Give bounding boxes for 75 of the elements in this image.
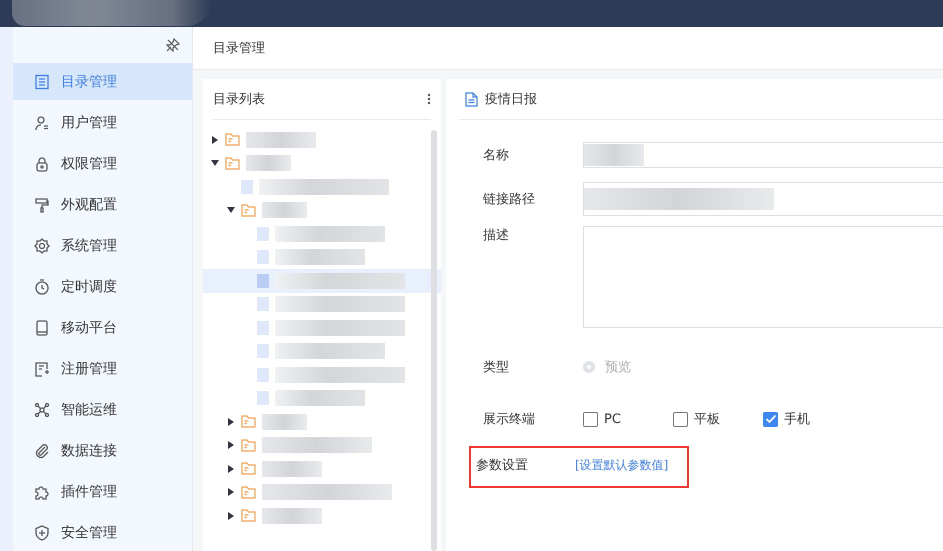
- folder-icon: [241, 438, 256, 452]
- checkmark-icon: [764, 414, 776, 424]
- user-icon: [34, 114, 50, 130]
- field-label: 链接路径: [482, 191, 536, 208]
- field-label: 参数设置: [476, 457, 529, 474]
- checkbox-option[interactable]: 手机: [763, 410, 853, 428]
- sidebar-item[interactable]: 安全管理: [13, 514, 192, 551]
- folder-icon: [241, 486, 256, 499]
- field-label: 描述: [482, 227, 510, 244]
- puzzle-icon: [34, 484, 50, 500]
- tree-node[interactable]: [203, 269, 441, 292]
- input-field[interactable]: [583, 142, 943, 168]
- lock-icon: [34, 156, 50, 172]
- description-field[interactable]: [583, 226, 943, 328]
- clip-icon: [34, 442, 50, 458]
- nodes-icon: [34, 402, 50, 418]
- caret-icon[interactable]: [227, 418, 235, 426]
- phone-icon: [34, 320, 50, 336]
- shield-icon: [34, 524, 50, 540]
- sidebar-item[interactable]: 注册管理: [13, 350, 192, 387]
- file-icon: [257, 320, 269, 335]
- checkbox-option[interactable]: PC: [583, 410, 673, 428]
- caret-icon[interactable]: [227, 206, 235, 214]
- checkbox-option[interactable]: 平板: [673, 410, 763, 428]
- field-label: 名称: [482, 147, 510, 164]
- caret-icon[interactable]: [211, 136, 219, 144]
- field-label: 类型: [482, 359, 510, 376]
- file-icon: [241, 180, 253, 194]
- redacted-label: [246, 132, 316, 148]
- sidebar-item[interactable]: 智能运维: [13, 391, 192, 428]
- sidebar-item[interactable]: 权限管理: [13, 145, 192, 182]
- folder-icon: [241, 509, 256, 522]
- folder-icon: [241, 462, 256, 476]
- tree-title: 目录列表: [213, 91, 265, 108]
- page-title: 目录管理: [213, 40, 265, 57]
- sidebar-item[interactable]: 定时调度: [13, 268, 192, 305]
- pin-icon[interactable]: [166, 38, 180, 52]
- document-title: 疫情日报: [485, 91, 537, 108]
- file-icon: [257, 274, 269, 288]
- file-icon: [257, 250, 269, 264]
- brush-icon: [34, 196, 50, 212]
- sidebar-item[interactable]: 数据连接: [13, 432, 192, 469]
- redacted-label: [262, 414, 307, 430]
- folder-icon: [225, 156, 240, 170]
- timer-icon: [34, 278, 50, 294]
- caret-icon[interactable]: [227, 464, 235, 473]
- file-icon: [257, 368, 269, 382]
- sidebar-item[interactable]: 外观配置: [13, 186, 192, 223]
- file-icon: [257, 344, 269, 358]
- folder-icon: [241, 204, 256, 217]
- folder-icon: [225, 133, 240, 146]
- file-icon: [257, 391, 269, 406]
- sidebar-item[interactable]: 系统管理: [13, 227, 192, 264]
- sidebar-item[interactable]: 插件管理: [13, 473, 192, 510]
- field-label: 展示终端: [482, 411, 536, 428]
- sidebar-item[interactable]: 用户管理: [13, 104, 192, 141]
- caret-icon[interactable]: [227, 488, 235, 496]
- input-field[interactable]: [583, 182, 943, 216]
- redacted-label: [262, 460, 322, 477]
- redacted-label: [262, 508, 322, 524]
- file-icon: [257, 297, 269, 312]
- redacted-label: [246, 155, 291, 172]
- list-icon: [34, 74, 50, 90]
- folder-icon: [241, 415, 256, 428]
- sidebar-item[interactable]: 移动平台: [13, 309, 192, 346]
- file-icon: [257, 226, 269, 241]
- default-params-link[interactable]: [设置默认参数值]: [575, 456, 668, 474]
- more-icon[interactable]: [427, 93, 431, 105]
- caret-icon[interactable]: [211, 159, 219, 168]
- caret-icon[interactable]: [227, 512, 235, 520]
- redacted-label: [262, 202, 307, 218]
- register-icon: [34, 360, 50, 376]
- caret-icon[interactable]: [227, 441, 235, 450]
- gear-icon: [34, 238, 50, 254]
- document-icon: [465, 92, 478, 106]
